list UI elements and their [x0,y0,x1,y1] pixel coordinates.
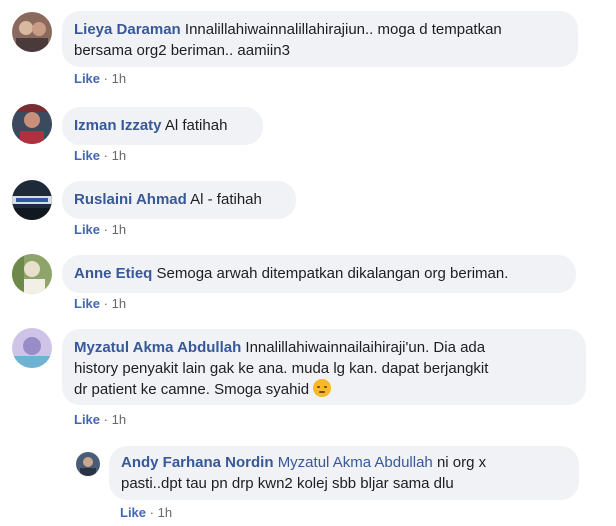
comment-text: Semoga arwah ditempatkan dikalangan org … [156,265,509,282]
timestamp[interactable]: 1h [112,148,126,163]
timestamp[interactable]: 1h [112,296,126,311]
like-button[interactable]: Like [120,505,146,520]
comment-bubble: Anne Etieq Semoga arwah ditempatkan dika… [62,255,576,293]
comment-text: Innalillahiwainnalillahirajiun.. moga d … [184,21,502,38]
like-button[interactable]: Like [74,222,100,237]
reply-actions: Like · 1h [120,505,172,520]
like-button[interactable]: Like [74,71,100,86]
comment-bubble: Myzatul Akma Abdullah Innalillahiwainnai… [62,329,586,405]
timestamp[interactable]: 1h [112,412,126,427]
like-button[interactable]: Like [74,412,100,427]
reply-text: pasti..dpt tau pn drp kwn2 kolej sbb blj… [121,475,454,492]
like-button[interactable]: Like [74,148,100,163]
separator: · [103,71,108,86]
comment-bubble: Ruslaini Ahmad Al - fatihah [62,181,296,219]
comment-author[interactable]: Myzatul Akma Abdullah [74,339,241,356]
comment-author[interactable]: Anne Etieq [74,265,152,282]
reply-text: ni org x [436,454,487,471]
comment-bubble: Izman Izzaty Al fatihah [62,107,263,145]
reply-avatar[interactable] [76,452,100,476]
comment-actions: Like · 1h [74,412,126,427]
separator: · [103,296,108,311]
comment-text: Al - fatihah [190,191,262,208]
comment-actions: Like · 1h [74,71,126,86]
timestamp[interactable]: 1h [112,71,126,86]
comment-author[interactable]: Izman Izzaty [74,117,162,134]
reply-mention[interactable]: Myzatul Akma Abdullah [278,454,433,471]
comment-text: history penyakit lain gak ke ana. muda l… [74,360,489,377]
comment-actions: Like · 1h [74,148,126,163]
separator: · [149,505,154,520]
reply-author[interactable]: Andy Farhana Nordin [121,454,274,471]
avatar[interactable] [12,254,52,294]
timestamp[interactable]: 1h [158,505,172,520]
separator: · [103,412,108,427]
comment-text: dr patient ke camne. Smoga syahid [74,381,310,398]
like-button[interactable]: Like [74,296,100,311]
comment-bubble: Lieya Daraman Innalillahiwainnalillahira… [62,11,578,67]
comment-actions: Like · 1h [74,222,126,237]
avatar[interactable] [12,12,52,52]
avatar[interactable] [12,180,52,220]
comment-text: Innalillahiwainnailaihiraji'un. Dia ada [245,339,486,356]
separator: · [103,148,108,163]
pensive-face-emoji [313,379,332,397]
separator: · [103,222,108,237]
comment-actions: Like · 1h [74,296,126,311]
comment-text: bersama org2 beriman.. aamiin3 [74,42,290,59]
avatar[interactable] [12,104,52,144]
avatar[interactable] [12,328,52,368]
comment-author[interactable]: Ruslaini Ahmad [74,191,187,208]
timestamp[interactable]: 1h [112,222,126,237]
comment-text: Al fatihah [164,117,228,134]
comment-author[interactable]: Lieya Daraman [74,21,181,38]
reply-bubble: Andy Farhana Nordin Myzatul Akma Abdulla… [109,446,579,500]
